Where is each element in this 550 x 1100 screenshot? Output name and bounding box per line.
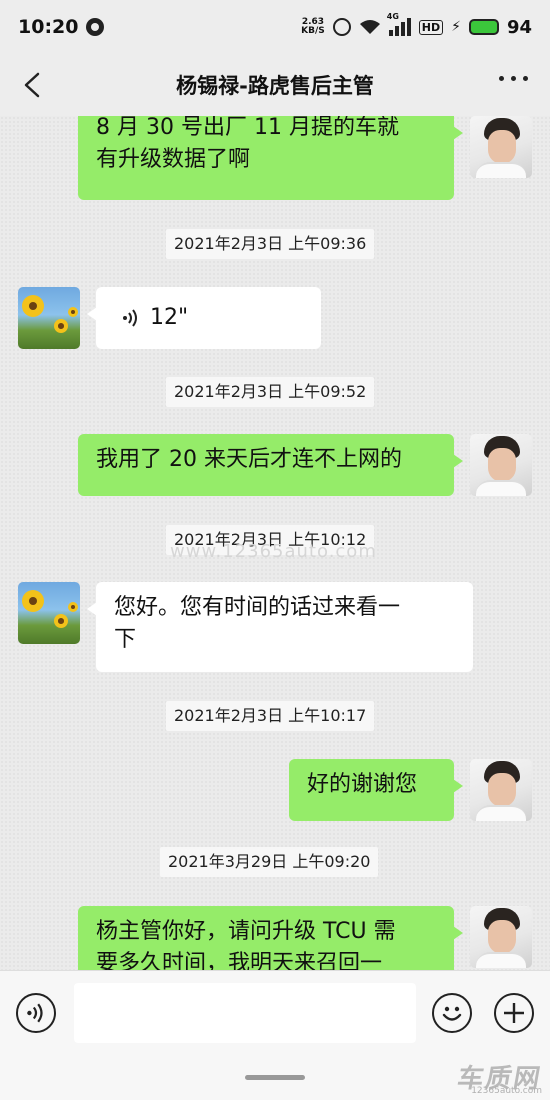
more-functions-button[interactable] [494,993,534,1033]
contact-avatar[interactable] [18,582,80,644]
chat-area[interactable]: 8 月 30 号出厂 11 月提的车就 有升级数据了啊 2021年2月3日 上午… [0,116,550,970]
battery-icon [468,19,499,35]
message-bubble[interactable]: 我用了 20 来天后才连不上网的 [78,434,463,496]
timestamp: 2021年2月3日 上午09:36 [166,229,375,259]
smiley-icon [442,1006,462,1021]
my-avatar[interactable] [470,906,532,968]
home-indicator[interactable] [245,1075,305,1080]
message-text: 下 [114,627,137,652]
message-input[interactable] [74,983,416,1043]
net-speed: 2.63 KB/S [301,18,325,36]
battery-level: 94 [506,16,532,38]
watermark-url: 12365auto.com [471,1086,542,1096]
more-options-icon[interactable] [499,76,528,81]
voice-duration: 12" [150,305,189,330]
message-text: 8 月 30 号出厂 11 月提的车就 [96,116,399,140]
network-type: 4G [386,12,399,21]
status-time: 10:20 [18,16,79,38]
message-bubble[interactable]: 您好。您有时间的话过来看一 下 [87,582,473,672]
my-avatar[interactable] [470,116,532,178]
watermark-text: www.12365auto.com [170,541,377,562]
message-text: 有升级数据了啊 [96,147,251,172]
my-avatar[interactable] [470,434,532,496]
plus-icon [504,1003,524,1023]
voice-message[interactable]: 12" [87,287,321,349]
message-bubble[interactable]: 好的谢谢您 [289,759,463,821]
chat-title: 杨锡禄-路虎售后主管 [176,74,374,98]
message-bubble[interactable]: 8 月 30 号出厂 11 月提的车就 有升级数据了啊 [78,116,463,200]
message-text: 要多久时间，我明天来召回一 [96,951,383,970]
my-avatar[interactable] [470,759,532,821]
message-bubble[interactable]: 杨主管你好，请问升级 TCU 需 要多久时间，我明天来召回一 [78,906,463,970]
wifi-icon [359,20,380,34]
message-text: 好的谢谢您 [307,772,418,797]
net-speed-unit: KB/S [301,26,325,36]
contact-avatar[interactable] [18,287,80,349]
app-notification-icon [86,18,105,36]
voice-wave-icon [123,309,137,327]
cell-signal: 4G [387,12,411,36]
status-bar: 10:20 2.63 KB/S 4G HD ⚡ 94 [0,0,550,54]
message-text: 杨主管你好，请问升级 TCU 需 [96,919,396,944]
voice-input-button[interactable] [16,993,56,1033]
charging-icon: ⚡ [451,19,461,35]
alarm-icon [332,18,351,36]
message-text: 您好。您有时间的话过来看一 [114,595,401,620]
emoji-button[interactable] [432,993,472,1033]
message-text: 我用了 20 来天后才连不上网的 [96,447,402,472]
status-icons: 2.63 KB/S 4G HD ⚡ 94 [301,12,532,38]
back-icon[interactable] [18,68,48,102]
hd-badge: HD [418,19,444,35]
timestamp: 2021年2月3日 上午10:17 [166,701,375,731]
timestamp: 2021年2月3日 上午09:52 [166,377,375,407]
timestamp: 2021年3月29日 上午09:20 [160,847,379,877]
chat-header: 杨锡禄-路虎售后主管 [0,54,550,116]
voice-wave-icon [27,1003,43,1023]
